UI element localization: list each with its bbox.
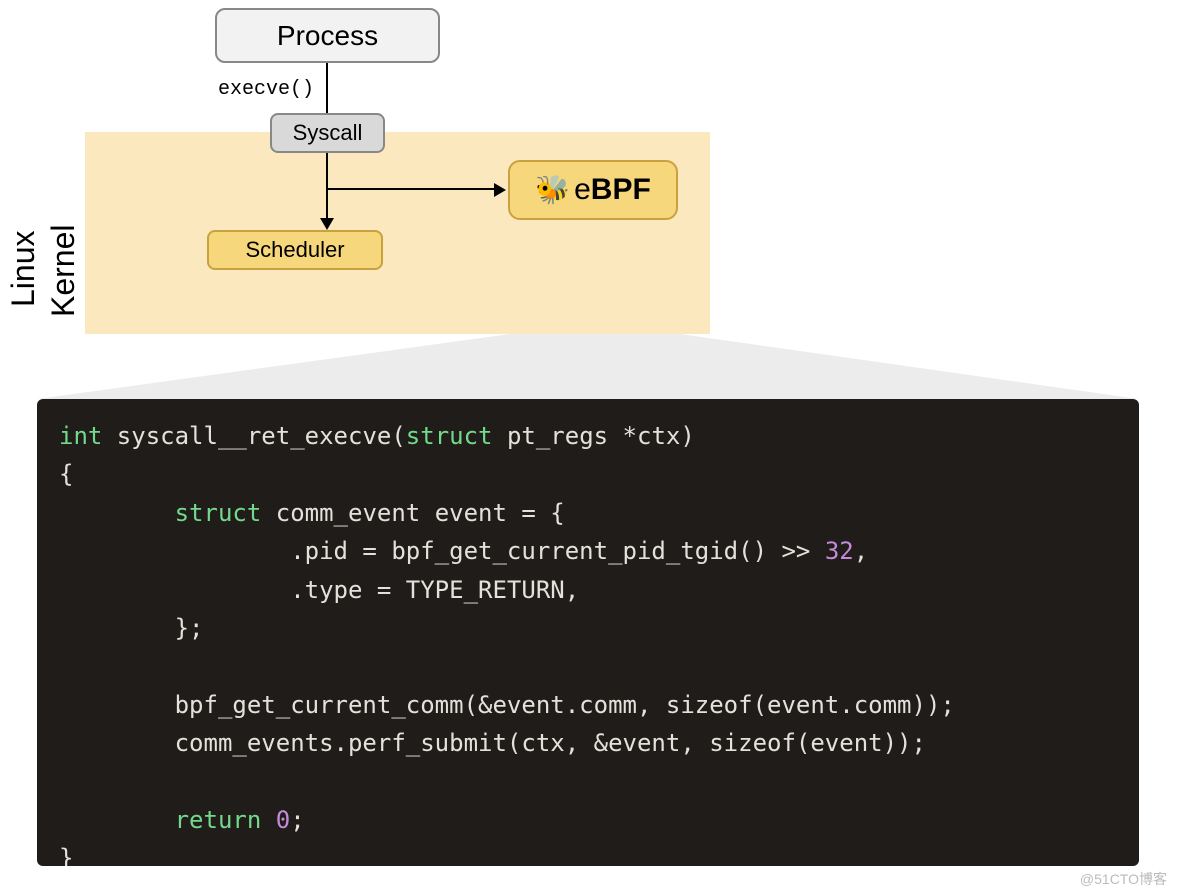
ebpf-node: 🐝 eBPF [508, 160, 678, 220]
arrow-right-icon [494, 183, 506, 197]
scheduler-label: Scheduler [245, 237, 344, 263]
syscall-label: Syscall [293, 120, 363, 146]
ebpf-label: eBPF [574, 173, 651, 207]
execve-label: execve() [218, 78, 314, 101]
process-label: Process [277, 20, 378, 52]
syscall-node: Syscall [270, 113, 385, 153]
connector-syscall-ebpf [326, 188, 498, 190]
code-block: int syscall__ret_execve(struct pt_regs *… [37, 399, 1139, 866]
arrow-down-icon [320, 218, 334, 230]
scheduler-node: Scheduler [207, 230, 383, 270]
diagram-area: Linux Kernel Process execve() Syscall Sc… [0, 0, 1177, 400]
expansion-connector [0, 334, 1177, 404]
watermark: @51CTO博客 [1080, 869, 1167, 889]
kernel-label-line2: Kernel [45, 225, 82, 318]
bee-icon: 🐝 [535, 176, 570, 204]
connector-process-syscall [326, 63, 328, 113]
process-node: Process [215, 8, 440, 63]
kernel-label-line1: Linux [5, 231, 42, 308]
